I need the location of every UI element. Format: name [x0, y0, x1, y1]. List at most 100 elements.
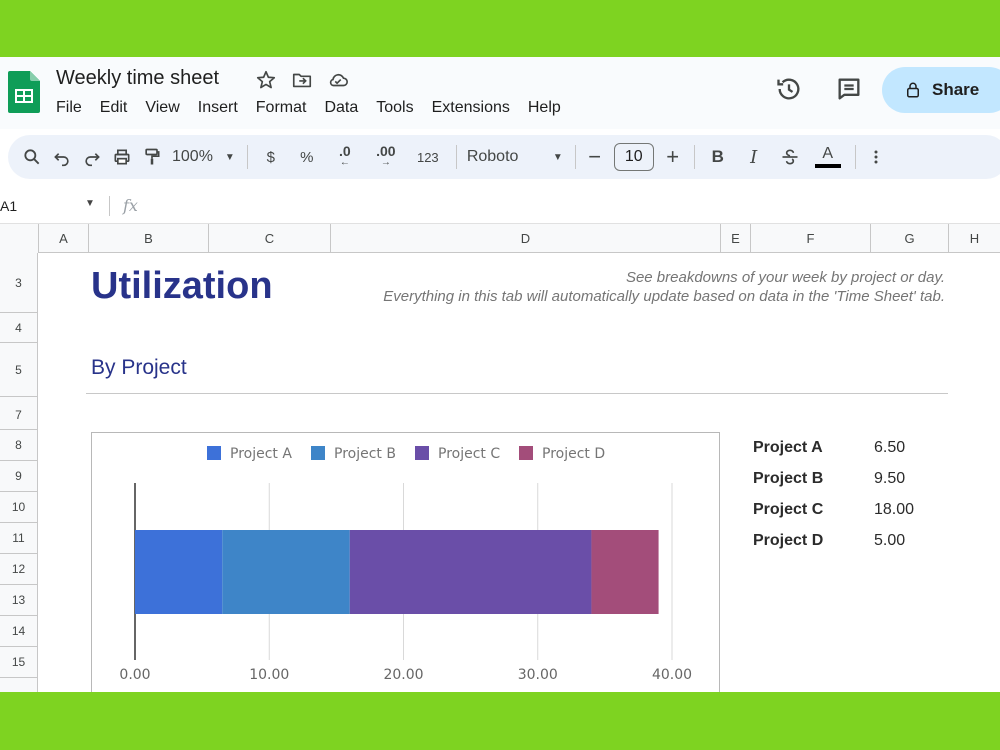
search-icon	[24, 149, 40, 165]
menu-data[interactable]: Data	[324, 99, 358, 117]
column-header-d[interactable]: D	[330, 224, 720, 253]
summary-row: Project A 6.50	[753, 439, 953, 470]
bar-segment	[222, 530, 350, 614]
legend-label: Project A	[230, 446, 292, 462]
more-options-button[interactable]	[866, 141, 886, 173]
utilization-chart[interactable]: 0.00 10.00 20.00 30.00 40.00 Project A Project…	[91, 432, 720, 692]
paint-format-button[interactable]	[142, 141, 162, 173]
description-line-1: See breakdowns of your week by project o…	[625, 269, 945, 286]
bar-segment	[591, 530, 659, 614]
format-percent-button[interactable]: %	[294, 141, 320, 173]
column-header-c[interactable]: C	[208, 224, 330, 253]
chevron-down-icon[interactable]: ▼	[85, 198, 95, 209]
star-icon[interactable]	[255, 69, 277, 91]
decrease-decimal-label: .0	[338, 143, 351, 159]
sheet-description: See breakdowns of your week by project o…	[383, 268, 945, 306]
increase-font-size-button[interactable]: +	[664, 141, 682, 173]
row-header-5[interactable]: 5	[0, 343, 37, 397]
chart-canvas: 0.00 10.00 20.00 30.00 40.00 Project A Project…	[119, 446, 692, 683]
x-tick-label: 20.00	[383, 667, 423, 683]
legend-swatch	[207, 446, 221, 460]
document-title[interactable]: Weekly time sheet	[56, 67, 219, 90]
summary-label: Project B	[753, 470, 824, 487]
menu-extensions[interactable]: Extensions	[432, 99, 510, 117]
row-header-12[interactable]: 12	[0, 554, 37, 585]
x-tick-label: 10.00	[249, 667, 289, 683]
row-header-11[interactable]: 11	[0, 523, 37, 554]
x-tick-label: 40.00	[652, 667, 692, 683]
increase-decimal-button[interactable]: .00 →	[370, 141, 402, 173]
fx-icon: fx	[123, 196, 138, 215]
share-button[interactable]: Share	[882, 67, 1000, 113]
zoom-select[interactable]: 100% ▼	[172, 141, 235, 173]
print-button[interactable]	[112, 141, 132, 173]
column-header-b[interactable]: B	[88, 224, 208, 253]
sheets-logo-icon[interactable]	[8, 71, 40, 113]
undo-icon	[54, 153, 69, 167]
menu-insert[interactable]: Insert	[198, 99, 238, 117]
summary-label: Project A	[753, 439, 823, 456]
comments-icon[interactable]	[835, 75, 863, 103]
menu-edit[interactable]: Edit	[100, 99, 128, 117]
column-header-a[interactable]: A	[38, 224, 88, 253]
increase-decimal-label: .00	[376, 143, 396, 159]
row-header-9[interactable]: 9	[0, 461, 37, 492]
undo-button[interactable]	[52, 141, 72, 173]
share-label: Share	[932, 80, 980, 99]
decrease-decimal-button[interactable]: .0 ←	[330, 141, 360, 173]
font-select[interactable]: Roboto ▼	[467, 141, 563, 173]
row-header-4[interactable]: 4	[0, 313, 37, 343]
italic-button[interactable]: I	[741, 141, 767, 173]
more-formats-button[interactable]: 123	[412, 141, 444, 173]
toolbar-divider	[854, 145, 856, 169]
row-header-15[interactable]: 15	[0, 647, 37, 678]
name-box[interactable]: A1	[0, 198, 17, 214]
column-header-h[interactable]: H	[948, 224, 1000, 253]
menu-tools[interactable]: Tools	[376, 99, 413, 117]
formula-bar: A1 ▼ fx	[0, 190, 1000, 224]
strikethrough-button[interactable]	[777, 141, 803, 173]
toolbar-divider	[246, 145, 248, 169]
column-header-e[interactable]: E	[720, 224, 750, 253]
summary-value: 18.00	[874, 501, 915, 518]
move-folder-icon[interactable]	[291, 69, 313, 91]
menu-help[interactable]: Help	[528, 99, 561, 117]
column-header-f[interactable]: F	[750, 224, 870, 253]
legend-label: Project B	[334, 446, 396, 462]
formula-divider	[109, 196, 110, 216]
row-header-7[interactable]: 7	[0, 400, 37, 430]
decrease-font-size-button[interactable]: −	[586, 141, 604, 173]
search-menus-button[interactable]	[22, 141, 42, 173]
legend-label: Project C	[438, 446, 500, 462]
sheet-grid[interactable]: Utilization See breakdowns of your week …	[38, 253, 1000, 692]
row-header-8[interactable]: 8	[0, 430, 37, 461]
print-icon	[114, 149, 130, 165]
font-size-input[interactable]: 10	[613, 143, 654, 171]
arrow-right-icon: →	[380, 157, 391, 168]
cloud-status-icon[interactable]	[327, 69, 349, 91]
row-header-13[interactable]: 13	[0, 585, 37, 616]
redo-button[interactable]	[82, 141, 102, 173]
lock-icon	[907, 82, 919, 98]
section-divider	[86, 393, 948, 394]
row-header-3[interactable]: 3	[0, 253, 37, 313]
bar-segment	[349, 530, 592, 614]
zoom-value: 100%	[172, 148, 213, 165]
menu-view[interactable]: View	[145, 99, 179, 117]
menu-file[interactable]: File	[56, 99, 82, 117]
summary-row: Project D 5.00	[753, 532, 953, 563]
summary-value: 5.00	[874, 532, 906, 549]
row-header-14[interactable]: 14	[0, 616, 37, 647]
text-color-button[interactable]: A	[813, 141, 843, 173]
row-header-10[interactable]: 10	[0, 492, 37, 523]
version-history-icon[interactable]	[775, 75, 803, 103]
toolbar-divider	[455, 145, 457, 169]
menu-format[interactable]: Format	[256, 99, 307, 117]
bold-button[interactable]: B	[705, 141, 731, 173]
toolbar-divider	[574, 145, 576, 169]
select-all-corner[interactable]	[0, 224, 38, 253]
summary-value: 6.50	[874, 439, 906, 456]
x-tick-label: 30.00	[518, 667, 558, 683]
column-header-g[interactable]: G	[870, 224, 948, 253]
format-currency-button[interactable]: $	[258, 141, 284, 173]
